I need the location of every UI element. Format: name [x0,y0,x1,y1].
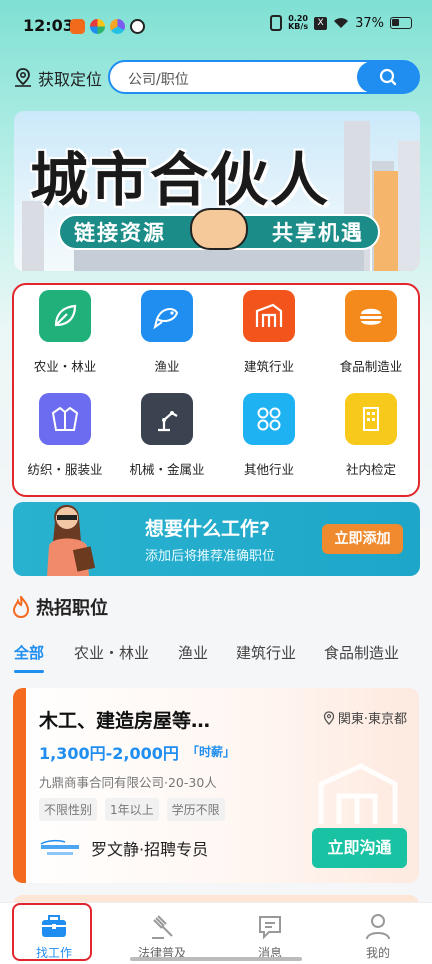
app-notification-icon [90,19,105,34]
skyline-building [398,141,420,271]
banner-title: 城市合伙人 [30,146,331,214]
recruiter: 罗文静·招聘专员 [39,836,208,860]
search-input[interactable]: 公司/职位 [128,69,189,89]
search-icon [379,68,397,86]
wifi-icon [334,18,349,28]
app-notification-icon [130,19,145,34]
woman-illustration [47,504,96,576]
recruiter-name: 罗文静·招聘专员 [91,840,209,859]
tab-construction[interactable]: 建筑行业 [236,642,296,663]
job-preference-banner[interactable]: 想要什么工作? 添加后将推荐准确职位 立即添加 [13,502,420,576]
card-accent-stripe [13,688,26,883]
battery-percent: 37% [355,15,384,31]
tab-fishery[interactable]: 渔业 [178,642,208,663]
nav-profile[interactable]: 我的 [324,911,432,961]
job-location-text: 関東·東京都 [337,712,407,727]
office-icon [345,393,397,445]
tab-food-manufacturing[interactable]: 食品制造业 [324,642,399,663]
hot-jobs-title: 热招职位 [36,598,108,619]
location-pin-icon [15,68,31,87]
promo-title: 想要什么工作? [145,518,271,540]
job-category-tabs: 全部 农业・林业 渔业 建筑行业 食品制造业 [0,640,432,676]
promo-subtitle: 添加后将推荐准确职位 [145,549,276,564]
banner-sub-right: 共享机遇 [272,221,364,245]
category-other[interactable]: 其他行业 [218,393,320,478]
location-pin-icon [323,710,335,725]
add-now-button[interactable]: 立即添加 [322,524,403,554]
category-label: 其他行业 [243,462,294,477]
company-logo [40,839,79,855]
jacket-icon [39,393,91,445]
grid-icon [243,393,295,445]
fish-icon [141,290,193,342]
burger-icon [345,290,397,342]
job-tags: 不限性别 1年以上 学历不限 [39,798,225,821]
search-button[interactable] [357,61,419,93]
nav-selection-highlight [12,903,92,961]
building-watermark-icon [318,763,398,824]
category-in-house-certification[interactable]: 社内检定 [320,393,422,478]
category-machinery[interactable]: 机械・金属业 [116,393,218,478]
app-notification-icon [70,19,85,34]
job-title: 木工、建造房屋等… [39,710,211,732]
job-tag: 学历不限 [166,798,225,821]
nav-label: 我的 [365,946,390,960]
category-fishery[interactable]: 渔业 [116,290,218,375]
banner-subtitle: 链接资源 共享机遇 [58,208,380,250]
handshake-icon [190,208,248,250]
notification-icons [70,19,145,34]
location-label: 获取定位 [38,70,103,89]
skyline-building [74,249,364,271]
tab-agriculture[interactable]: 农业・林业 [74,642,149,663]
battery-icon [390,17,412,29]
tab-all[interactable]: 全部 [14,642,44,663]
nav-legal[interactable]: 法律普及 [108,911,216,961]
category-label: 建筑行业 [243,359,294,374]
job-salary: 1,300円-2,000円 [39,744,179,763]
header: 获取定位 公司/职位 [0,60,432,96]
nav-messages[interactable]: 消息 [216,911,324,961]
category-agriculture[interactable]: 农业・林业 [14,290,116,375]
category-construction[interactable]: 建筑行业 [218,290,320,375]
category-label: 食品制造业 [339,359,403,374]
job-card[interactable]: 木工、建造房屋等… 関東·東京都 1,300円-2,000円 「时薪」 九鼎商事… [13,688,419,883]
category-grid: 农业・林业 渔业 建筑行业 食品制造业 纺织・服装业 机械・金属业 其他行业 社… [12,283,420,497]
banner-sub-left: 链接资源 [74,221,166,245]
company-name: 九鼎商事合同有限公司·20-30人 [39,775,217,790]
x-app-icon: X [314,16,328,30]
status-time: 12:03 [23,16,74,35]
promo-banner[interactable]: 城市合伙人 链接资源 共享机遇 [14,111,420,271]
category-label: 农业・林业 [33,359,97,374]
get-location-button[interactable]: 获取定位 [12,66,102,90]
wage-type: 「时薪」 [187,745,236,759]
network-speed: 0.20 KB/s [288,14,309,31]
chat-now-button[interactable]: 立即沟通 [312,828,407,868]
user-icon [363,911,393,941]
flame-icon [12,596,30,618]
job-location: 関東·東京都 [323,708,407,727]
category-label: 机械・金属业 [129,462,205,477]
tab-underline [14,670,44,673]
robot-arm-icon [141,393,193,445]
vibrate-icon [270,15,283,31]
status-bar: 12:03 0.20 KB/s X 37% [0,0,432,50]
hot-jobs-header: 热招职位 [12,594,108,620]
leaf-icon [39,290,91,342]
home-indicator[interactable] [130,957,302,961]
category-label: 社内检定 [345,462,396,477]
category-label: 渔业 [154,359,180,374]
gavel-icon [147,911,177,941]
category-food-manufacturing[interactable]: 食品制造业 [320,290,422,375]
category-label: 纺织・服装业 [27,462,103,477]
job-tag: 不限性别 [39,798,98,821]
category-textile[interactable]: 纺织・服装业 [14,393,116,478]
app-notification-icon [110,19,125,34]
message-icon [255,911,285,941]
job-tag: 1年以上 [105,798,159,821]
search-bar[interactable]: 公司/职位 [108,60,420,94]
building-icon [243,290,295,342]
